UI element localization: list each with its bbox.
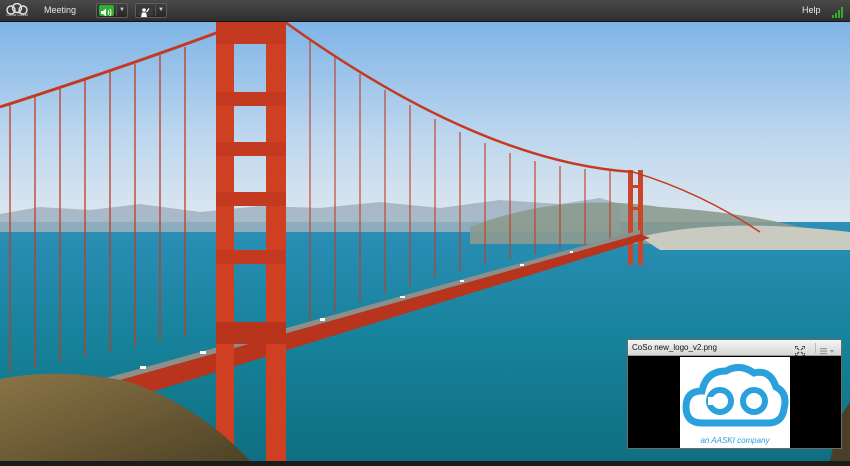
divider xyxy=(815,343,816,353)
pod-options-menu[interactable] xyxy=(815,343,836,355)
help-menu[interactable]: Help xyxy=(802,5,821,15)
speaker-icon xyxy=(99,5,114,17)
coso-cloud-logo: CoSo Cloud xyxy=(4,2,30,20)
file-share-pod: CoSo new_logo_v2.png an AASKI company xyxy=(627,339,842,449)
coso-logo-icon xyxy=(682,364,789,427)
chevron-down-icon[interactable]: ▼ xyxy=(119,7,125,13)
shared-logo-image: an AASKI company xyxy=(680,357,790,448)
pod-title: CoSo new_logo_v2.png xyxy=(632,343,717,352)
speaker-button[interactable]: ▼ xyxy=(96,3,128,18)
button-divider xyxy=(116,5,117,16)
button-divider xyxy=(155,5,156,16)
top-toolbar: CoSo Cloud Meeting ▼ ▼ Help xyxy=(0,0,850,22)
raise-hand-button[interactable]: ▼ xyxy=(135,3,167,18)
meeting-menu[interactable]: Meeting xyxy=(44,5,76,15)
connection-signal-icon xyxy=(832,5,845,18)
raise-hand-icon xyxy=(138,5,153,17)
menu-icon xyxy=(820,348,834,355)
fullscreen-icon[interactable] xyxy=(794,343,806,357)
chevron-down-icon[interactable]: ▼ xyxy=(158,7,164,13)
logo-caption: an AASKI company xyxy=(700,436,770,445)
pod-title-bar[interactable]: CoSo new_logo_v2.png xyxy=(628,340,841,357)
logo-text: CoSo Cloud xyxy=(6,12,28,17)
